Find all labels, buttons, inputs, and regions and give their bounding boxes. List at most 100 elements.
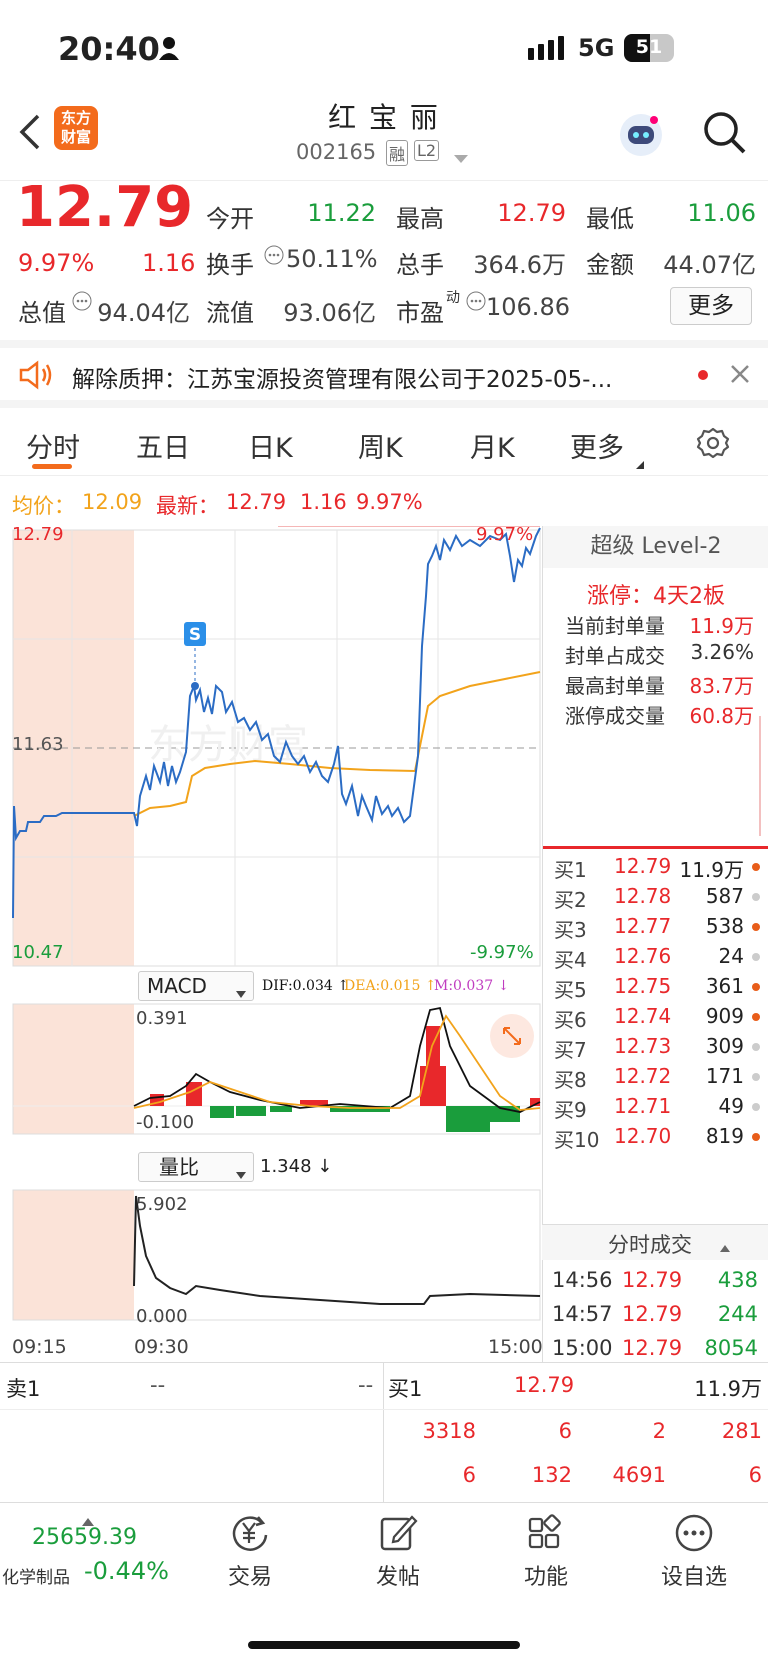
ob-dot [752,1013,760,1021]
nav-trade-label: 交易 [227,1565,272,1590]
tab-more[interactable]: 更多 [570,426,624,465]
tab-intraday[interactable]: 分时 [26,426,80,465]
pe-dynamic-mark: 动 [446,290,460,306]
order-book-row[interactable]: 买6 12.74 909 [552,1004,766,1035]
person-icon [158,36,180,64]
order-book-row[interactable]: 买8 12.72 171 [552,1064,766,1095]
watermark: 东方财富 [148,722,308,768]
speaker-icon [18,360,54,394]
stock-header: 东方 财富 红 宝 丽 002165 融 L2 [0,100,768,180]
l2-stat-value: 11.9万 [689,614,754,638]
queue-value: 6 [462,1463,476,1487]
ob-volume: 587 [705,884,744,908]
vr-axis-top: 5.902 [136,1194,188,1215]
order-book-row[interactable]: 买9 12.71 49 [552,1094,766,1125]
seal-volume-bars [591,696,761,846]
marker-dot [191,682,199,690]
info-dots-icon[interactable] [72,291,92,315]
tab-five-day[interactable]: 五日 [136,426,190,465]
tab-daily-k[interactable]: 日K [248,426,293,465]
more-dots-icon [675,1514,713,1552]
tab-monthly-k[interactable]: 月K [470,426,515,465]
info-dots-icon[interactable] [264,245,284,269]
close-icon[interactable] [730,364,750,388]
order-book-row[interactable]: 买5 12.75 361 [552,974,766,1005]
nav-add-watchlist[interactable]: 设自选 [634,1513,754,1591]
ob-price: 12.77 [614,914,672,938]
time-open: 09:30 [134,1336,189,1358]
nav-post-label: 发帖 [375,1565,420,1590]
ob-dot [752,953,760,961]
order-book-row[interactable]: 买4 12.76 24 [552,944,766,975]
edit-icon [380,1515,418,1551]
ob-price: 12.78 [614,884,672,908]
sector-name: 化学制品 [2,1568,70,1588]
trade-time: 14:56 [552,1268,613,1292]
ob-level: 买5 [554,978,587,1002]
battery-level: 51 [635,36,663,58]
buy1-price: 12.79 [514,1373,575,1397]
mcap-value: 94.04亿 [97,299,190,327]
order-book-row[interactable]: 买2 12.78 587 [552,884,766,915]
ob-level: 买7 [554,1038,587,1062]
price-summary-line: 均价： 12.09 最新： 12.79 1.16 9.97% [0,476,768,526]
order-book-row[interactable]: 买10 12.70 819 [552,1124,766,1155]
ob-dot [752,893,760,901]
yuan-exchange-icon [232,1516,268,1551]
time-end: 15:00 [488,1336,543,1358]
last-change: 1.16 [300,490,347,514]
axis-mid-price: 11.63 [12,734,64,755]
signal-icon [528,36,566,64]
gear-icon[interactable] [696,426,730,464]
trade-volume: 438 [717,1268,758,1292]
last-price: 12.79 [16,175,194,240]
ob-level: 买10 [554,1128,600,1152]
sell1-price: -- [150,1373,166,1397]
search-icon[interactable] [702,110,746,158]
ob-price: 12.75 [614,974,672,998]
last-pct: 9.97% [356,490,423,514]
axis-top-price: 12.79 [12,524,64,545]
nav-functions[interactable]: 功能 [486,1513,606,1591]
table-divider [383,1363,384,1503]
back-icon[interactable] [18,112,42,156]
l2-title[interactable]: 超级 Level-2 [543,526,768,568]
robot-assistant-icon[interactable] [618,112,664,162]
ob-volume: 309 [705,1034,744,1058]
ob-price: 12.70 [614,1124,672,1148]
network-label: 5G [578,34,615,62]
ob-level: 买4 [554,948,587,972]
sector-index-widget[interactable]: 25659.39 化学制品 -0.44% [0,1503,180,1593]
vr-value: 1.348 ↓ [260,1156,333,1177]
high-value: 12.79 [497,199,566,227]
ob-volume: 538 [705,914,744,938]
order-book-row[interactable]: 买7 12.73 309 [552,1034,766,1065]
caret-up-icon [720,1237,730,1256]
ob-dot [752,1133,760,1141]
nav-post[interactable]: 发帖 [338,1513,458,1591]
nav-trade[interactable]: 交易 [190,1513,310,1591]
info-dots-icon[interactable] [466,291,486,315]
dropdown-triangle-icon [236,1164,246,1183]
ob-volume: 909 [705,1004,744,1028]
app-logo[interactable]: 东方 财富 [54,106,98,150]
sector-index: 25659.39 [32,1525,137,1550]
queue-value: 6 [558,1419,572,1443]
turnover-value: 50.11% [286,245,378,273]
order-book-row[interactable]: 买3 12.77 538 [552,914,766,945]
ob-dot [752,863,760,871]
float-value: 93.06亿 [283,299,376,327]
pe-value: 106.86 [486,293,570,321]
chevron-down-icon[interactable] [454,150,468,169]
tab-weekly-k[interactable]: 周K [358,426,403,465]
margin-tag: 融 [386,140,409,166]
nav-add-watchlist-label: 设自选 [660,1565,727,1590]
ob-price: 12.76 [614,944,672,968]
trades-header[interactable]: 分时成交 [542,1224,768,1260]
notice-bar[interactable]: 解除质押：江苏宝源投资管理有限公司于2025-05-... [0,340,768,408]
amount-value: 44.07亿 [663,251,756,279]
volume-label: 总手 [396,251,444,279]
stock-name: 红 宝 丽 [328,101,440,134]
more-button[interactable]: 更多 [670,287,752,325]
order-book-row[interactable]: 买1 12.79 11.9万 [552,854,766,885]
